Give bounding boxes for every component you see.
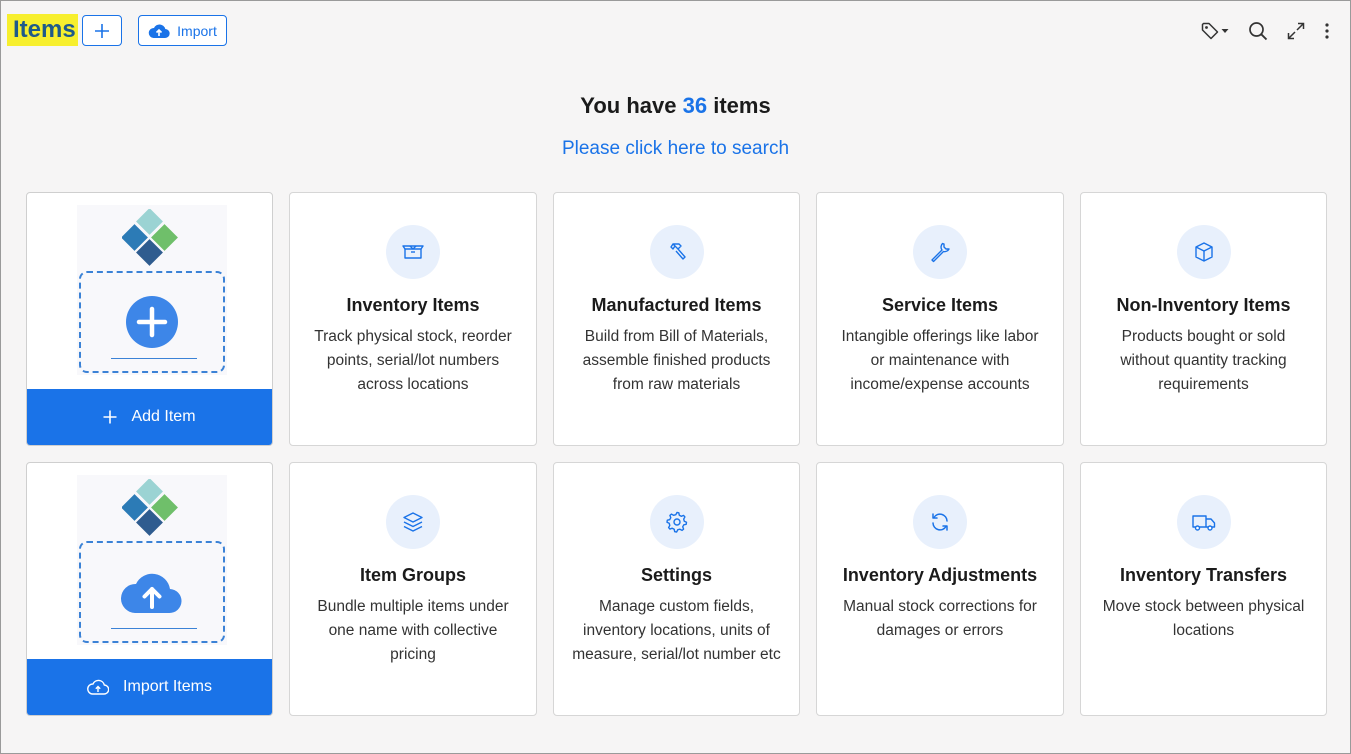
card-description: Manage custom fields, inventory location… bbox=[572, 598, 781, 663]
card-icon-badge bbox=[913, 495, 967, 549]
truck-icon bbox=[1191, 515, 1215, 531]
search-link[interactable]: Please click here to search bbox=[1, 138, 1350, 160]
card-description: Bundle multiple items under one name wit… bbox=[317, 598, 509, 663]
inventory-transfers-card[interactable]: Inventory Transfers Move stock between p… bbox=[1080, 462, 1327, 716]
add-item-illustration bbox=[77, 205, 227, 375]
fullscreen-button[interactable] bbox=[1286, 19, 1306, 43]
header-bar: Items Import bbox=[1, 1, 1350, 61]
import-dropzone bbox=[79, 541, 225, 643]
add-item-label: Add Item bbox=[131, 408, 196, 425]
import-items-label: Import Items bbox=[123, 678, 212, 695]
card-icon-badge bbox=[386, 225, 440, 279]
manufactured-items-card[interactable]: Manufactured Items Build from Bill of Ma… bbox=[553, 192, 800, 446]
heading-prefix: You have bbox=[580, 93, 677, 118]
card-icon-badge bbox=[913, 225, 967, 279]
search-icon bbox=[1249, 22, 1268, 41]
card-description: Move stock between physical locations bbox=[1102, 598, 1305, 639]
inventory-adjustments-card[interactable]: Inventory Adjustments Manual stock corre… bbox=[816, 462, 1064, 716]
add-item-card[interactable]: Add Item bbox=[26, 192, 273, 446]
refresh-icon bbox=[932, 513, 948, 531]
page: Items Import You have 36 items Please cl… bbox=[0, 0, 1351, 754]
expand-icon bbox=[1287, 22, 1305, 40]
import-button-label: Import bbox=[177, 22, 217, 39]
cube-icon bbox=[1194, 242, 1213, 262]
card-icon-badge bbox=[1176, 495, 1231, 549]
card-icon-badge bbox=[386, 495, 440, 549]
card-description: Track physical stock, reorder points, se… bbox=[314, 328, 512, 393]
card-icon-badge bbox=[649, 495, 704, 549]
box-open-icon bbox=[402, 245, 424, 259]
dropzone-underline bbox=[111, 358, 197, 359]
item-count-heading: You have 36 items bbox=[1, 93, 1350, 119]
caret-down-icon bbox=[1221, 29, 1229, 33]
kebab-menu-icon bbox=[1325, 23, 1329, 39]
cloud-upload-icon bbox=[148, 23, 170, 38]
settings-card[interactable]: Settings Manage custom fields, inventory… bbox=[553, 462, 800, 716]
toolbar-icons bbox=[1200, 19, 1330, 43]
dropzone-underline bbox=[111, 628, 197, 629]
add-button[interactable] bbox=[82, 15, 122, 46]
more-options-button[interactable] bbox=[1324, 19, 1330, 43]
card-title: Inventory Items bbox=[346, 295, 480, 315]
hammer-icon bbox=[669, 243, 686, 260]
import-items-button[interactable]: Import Items bbox=[27, 659, 272, 715]
inventory-items-card[interactable]: Inventory Items Track physical stock, re… bbox=[289, 192, 537, 446]
card-description: Manual stock corrections for damages or … bbox=[843, 598, 1037, 639]
cloud-upload-icon bbox=[121, 573, 182, 614]
tag-filter-button[interactable] bbox=[1200, 19, 1230, 43]
card-title: Inventory Transfers bbox=[1119, 565, 1288, 585]
item-groups-card[interactable]: Item Groups Bundle multiple items under … bbox=[289, 462, 537, 716]
item-count: 36 bbox=[682, 93, 708, 118]
plus-circle-icon bbox=[126, 296, 178, 348]
import-items-card[interactable]: Import Items bbox=[26, 462, 273, 716]
card-title: Settings bbox=[640, 565, 712, 585]
app-logo-icon bbox=[122, 479, 178, 536]
add-item-button[interactable]: Add Item bbox=[27, 389, 272, 445]
plus-icon bbox=[95, 23, 109, 38]
page-title: Items bbox=[7, 14, 78, 46]
search-button[interactable] bbox=[1248, 19, 1268, 43]
card-description: Build from Bill of Materials, assemble f… bbox=[582, 328, 771, 393]
cloud-upload-icon bbox=[87, 679, 110, 695]
card-title: Manufactured Items bbox=[591, 295, 762, 315]
non-inventory-items-card[interactable]: Non-Inventory Items Products bought or s… bbox=[1080, 192, 1327, 446]
card-title: Service Items bbox=[881, 295, 999, 315]
service-items-card[interactable]: Service Items Intangible offerings like … bbox=[816, 192, 1064, 446]
card-icon-badge bbox=[1176, 225, 1231, 279]
add-item-dropzone bbox=[79, 271, 225, 373]
card-description: Intangible offerings like labor or maint… bbox=[841, 328, 1039, 393]
card-title: Inventory Adjustments bbox=[842, 565, 1038, 585]
tag-icon bbox=[1201, 22, 1219, 40]
layers-icon bbox=[403, 512, 423, 532]
app-logo-icon bbox=[122, 209, 178, 266]
wrench-icon bbox=[931, 242, 950, 263]
card-description: Products bought or sold without quantity… bbox=[1120, 328, 1287, 393]
import-button[interactable]: Import bbox=[138, 15, 227, 46]
card-icon-badge bbox=[649, 225, 704, 279]
gear-icon bbox=[665, 511, 687, 533]
card-title: Non-Inventory Items bbox=[1116, 295, 1291, 315]
card-title: Item Groups bbox=[359, 565, 466, 585]
heading-suffix: items bbox=[713, 93, 771, 118]
plus-icon bbox=[103, 410, 117, 424]
import-items-illustration bbox=[77, 475, 227, 645]
